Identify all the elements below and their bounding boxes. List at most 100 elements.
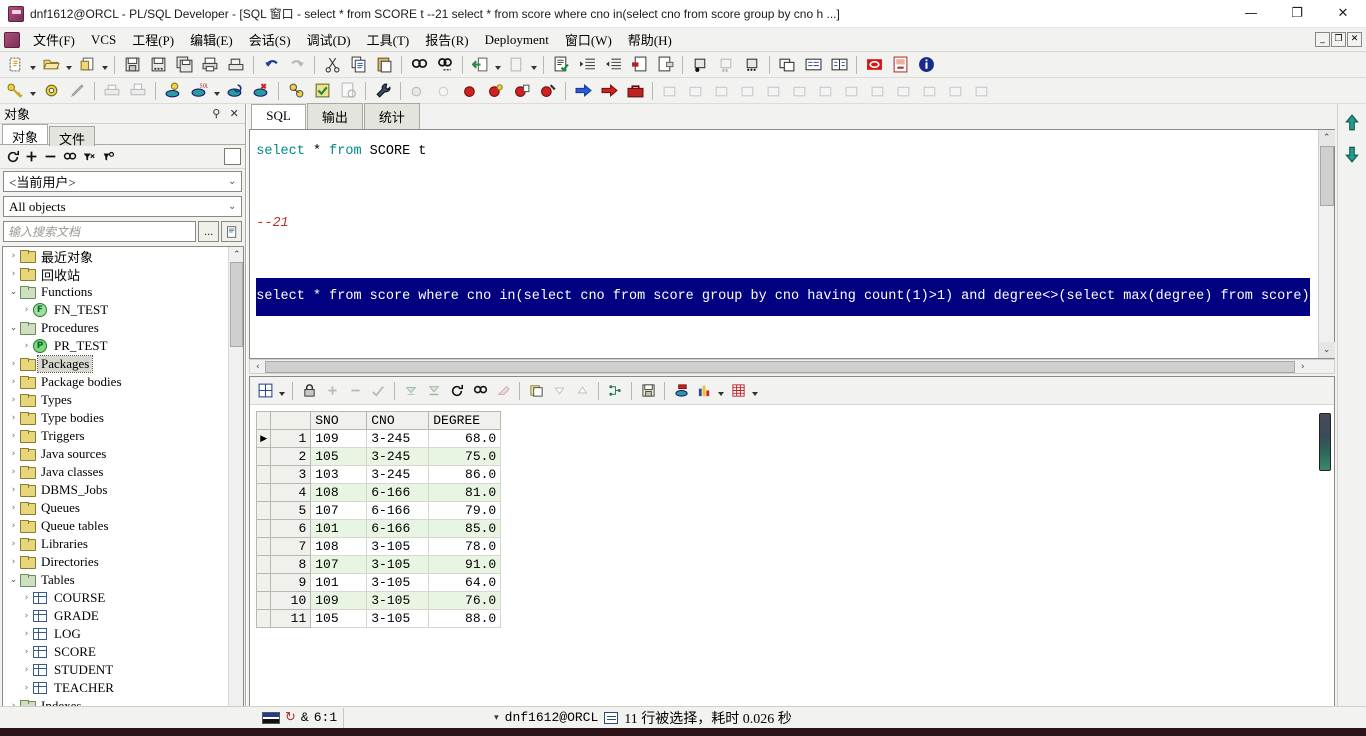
menu-vcs[interactable]: VCS	[83, 29, 124, 51]
db-refresh-icon[interactable]	[223, 80, 247, 102]
minimize-button[interactable]: —	[1228, 0, 1274, 28]
cell-degree[interactable]: 85.0	[428, 519, 502, 538]
cell-degree[interactable]: 75.0	[428, 447, 502, 466]
print-icon[interactable]	[198, 54, 222, 76]
editor-scroll-down-button[interactable]: ⌄	[1318, 342, 1335, 358]
tree-expand-icon[interactable]: ›	[20, 611, 33, 621]
table-row[interactable]: 6 101 6-166 85.0	[256, 519, 502, 538]
object-tree[interactable]: › 最近对象 › 回收站 ⌄ Functions › F FN_TEST ⌄ Procedures ›…	[2, 246, 245, 723]
cell-sno[interactable]: 105	[310, 447, 368, 466]
cell-degree[interactable]: 68.0	[428, 429, 502, 448]
cell-cno[interactable]: 6-166	[366, 483, 430, 502]
menu-help[interactable]: 帮助(H)	[620, 27, 680, 52]
editor-line[interactable]: select * from SCORE t	[256, 134, 1317, 170]
connection-label[interactable]: dnf1612@ORCL	[505, 710, 599, 725]
sql-db-icon[interactable]: SQL	[187, 80, 211, 102]
column-view-icon[interactable]	[827, 54, 851, 76]
table-row[interactable]: 11 105 3-105 88.0	[256, 609, 502, 628]
breakpoint-copy-icon[interactable]	[536, 80, 560, 102]
tree-node[interactable]: › Java classes	[3, 463, 243, 481]
cell-cno[interactable]: 3-105	[366, 555, 430, 574]
tree-node[interactable]: › Directories	[3, 553, 243, 571]
cell-sno[interactable]: 105	[310, 609, 368, 628]
tree-expand-icon[interactable]: ›	[20, 647, 33, 657]
menu-report[interactable]: 报告(R)	[417, 27, 476, 52]
tree-expand-icon[interactable]: ›	[20, 593, 33, 603]
mdi-close-button[interactable]: ✕	[1347, 32, 1362, 47]
tree-expand-icon[interactable]: ›	[7, 413, 20, 423]
tree-collapse-icon[interactable]: ⌄	[7, 287, 20, 297]
tab-files[interactable]: 文件	[49, 126, 96, 147]
tree-expand-icon[interactable]: ›	[7, 359, 20, 369]
tree-expand-icon[interactable]: ›	[20, 683, 33, 693]
print-preview-icon[interactable]	[75, 54, 99, 76]
cell-sno[interactable]: 109	[310, 591, 368, 610]
row-marker[interactable]	[256, 537, 272, 556]
tree-expand-icon[interactable]: ›	[7, 503, 20, 513]
maximize-button[interactable]: ❐	[1274, 0, 1320, 28]
cell-degree[interactable]: 76.0	[428, 591, 502, 610]
cell-degree[interactable]: 88.0	[428, 609, 502, 628]
tab-output[interactable]: 输出	[306, 103, 363, 129]
indent-icon[interactable]	[575, 54, 599, 76]
wrench-icon[interactable]	[371, 80, 395, 102]
run-script-icon[interactable]	[688, 54, 712, 76]
tree-expand-icon[interactable]: ›	[7, 251, 20, 261]
cell-sno[interactable]: 103	[310, 465, 368, 484]
editor-line[interactable]: --21	[256, 206, 1317, 242]
editor-horizontal-scrollbar[interactable]: ‹ ›	[249, 359, 1335, 374]
grid-layout-icon[interactable]	[254, 380, 276, 402]
editor-line[interactable]	[256, 242, 1317, 278]
cell-cno[interactable]: 3-245	[366, 429, 430, 448]
table-view-icon[interactable]	[727, 380, 749, 402]
import-icon[interactable]	[468, 54, 492, 76]
lock-icon[interactable]	[298, 380, 320, 402]
tree-expand-icon[interactable]: ›	[7, 521, 20, 531]
document-search-icon[interactable]	[221, 221, 243, 242]
find-icon[interactable]	[469, 380, 491, 402]
toolbox-icon[interactable]	[623, 80, 647, 102]
row-marker[interactable]	[256, 591, 272, 610]
tree-node[interactable]: › Java sources	[3, 445, 243, 463]
tree-node[interactable]: › 最近对象	[3, 247, 243, 265]
new-dropdown-arrow[interactable]	[28, 54, 38, 76]
table-view-dropdown-arrow[interactable]	[750, 380, 760, 402]
undo-icon[interactable]	[259, 54, 283, 76]
pin-icon[interactable]: ⚲	[209, 107, 223, 120]
tree-node[interactable]: › Types	[3, 391, 243, 409]
cell-cno[interactable]: 3-105	[366, 609, 430, 628]
about-icon[interactable]	[914, 54, 938, 76]
table-row[interactable]: 7 108 3-105 78.0	[256, 537, 502, 556]
new-icon[interactable]	[3, 54, 27, 76]
object-filter-select[interactable]: All objects ⌄	[3, 196, 243, 217]
cell-degree[interactable]: 79.0	[428, 501, 502, 520]
cell-degree[interactable]: 64.0	[428, 573, 502, 592]
row-marker[interactable]	[256, 519, 272, 538]
mdi-restore-button[interactable]: ❐	[1331, 32, 1346, 47]
cell-degree[interactable]: 86.0	[428, 465, 502, 484]
results-grid[interactable]: SNO CNO DEGREE ▶ 1 109 3-245 68.0 2 105 3-245 75…	[256, 411, 502, 628]
sql-editor[interactable]: select * from SCORE t --21 select * from…	[250, 130, 1317, 358]
compare-icon[interactable]	[284, 80, 308, 102]
tree-node[interactable]: › COURSE	[3, 589, 243, 607]
cell-degree[interactable]: 78.0	[428, 537, 502, 556]
cell-cno[interactable]: 6-166	[366, 501, 430, 520]
save-as-icon[interactable]	[146, 54, 170, 76]
step-forward-red-icon[interactable]	[597, 80, 621, 102]
mdi-minimize-button[interactable]: _	[1315, 32, 1330, 47]
close-button[interactable]: ✕	[1320, 0, 1366, 28]
nav-up-arrow-icon[interactable]	[1343, 114, 1361, 135]
tree-expand-icon[interactable]: ›	[20, 665, 33, 675]
tree-node[interactable]: › 回收站	[3, 265, 243, 283]
cell-sno[interactable]: 109	[310, 429, 368, 448]
print-preview-dropdown-arrow[interactable]	[100, 54, 110, 76]
tree-node[interactable]: ⌄ Tables	[3, 571, 243, 589]
search-more-button[interactable]: ...	[198, 221, 220, 242]
step-forward-blue-icon[interactable]	[571, 80, 595, 102]
cell-cno[interactable]: 3-245	[366, 465, 430, 484]
table-row[interactable]: ▶ 1 109 3-245 68.0	[256, 429, 502, 448]
table-row[interactable]: 3 103 3-245 86.0	[256, 465, 502, 484]
editor-line[interactable]	[256, 170, 1317, 206]
table-row[interactable]: 10 109 3-105 76.0	[256, 591, 502, 610]
tree-node[interactable]: › Packages	[3, 355, 243, 373]
